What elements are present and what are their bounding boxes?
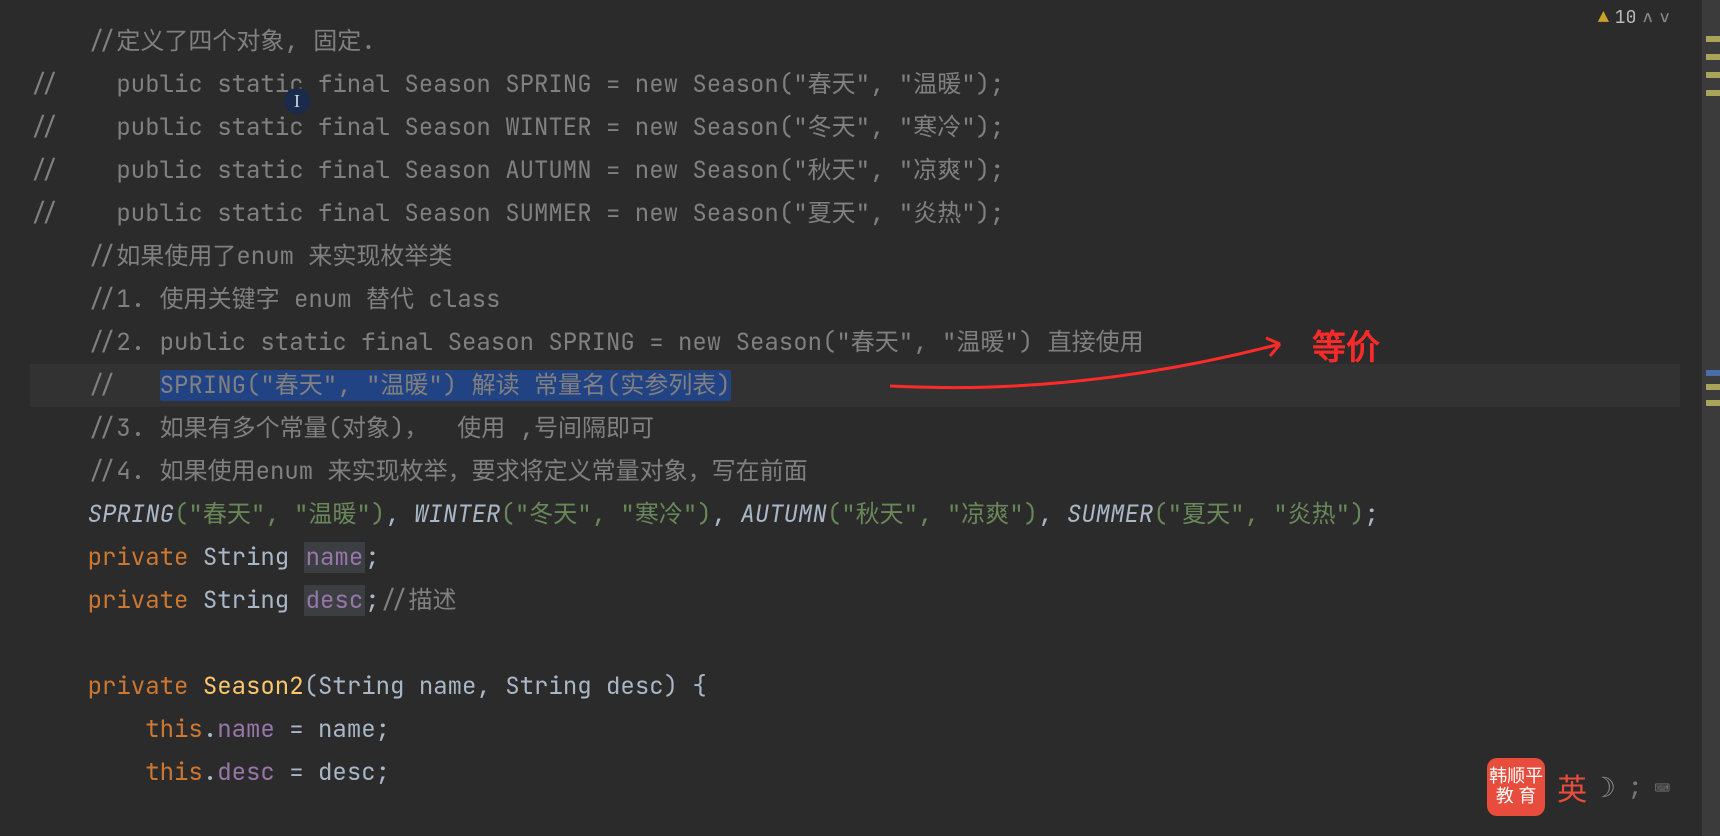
comment: //4. 如果使用enum 来实现枚举，要求将定义常量对象，写在前面 [30, 456, 808, 487]
keyword: this [145, 757, 203, 788]
scrollbar-mark[interactable] [1706, 384, 1720, 390]
code-line: // public static final Season AUTUMN = n… [30, 149, 1680, 192]
comment: //2. public static final Season SPRING =… [30, 327, 1144, 358]
field: desc [217, 757, 275, 788]
annotation-text: 等价 [1312, 320, 1380, 369]
enum-constant: WINTER [414, 499, 500, 530]
scrollbar[interactable] [1702, 0, 1720, 836]
code-line: private Season2(String name, String desc… [30, 665, 1680, 708]
comment: public static final Season SUMMER = new … [116, 198, 1004, 229]
type: String [203, 542, 304, 573]
badge-line2: 教 育 [1496, 787, 1537, 807]
comment: public static final Season SPRING = new … [116, 69, 1004, 100]
comment: //如果使用了enum 来实现枚举类 [30, 241, 452, 272]
keyword: this [145, 714, 203, 745]
keyword: private [88, 585, 203, 616]
string: ("春天", "温暖") [174, 499, 385, 530]
constructor: Season2 [203, 671, 304, 702]
type: String [203, 585, 304, 616]
code-line: // public static final Season SUMMER = n… [30, 192, 1680, 235]
comment: //1. 使用关键字 enum 替代 class [30, 284, 500, 315]
inspection-widget[interactable]: ▲ 10 ∧ ∨ [1598, 6, 1670, 29]
moon-icon[interactable]: ☽ [1599, 769, 1616, 806]
comment: //3. 如果有多个常量(对象)， 使用 ,号间隔即可 [30, 413, 654, 444]
scrollbar-mark-caret[interactable] [1706, 370, 1720, 376]
badge-line1: 韩顺平 [1489, 767, 1543, 787]
scrollbar-mark[interactable] [1706, 36, 1720, 42]
keyword: private [88, 542, 203, 573]
code-line: //2. public static final Season SPRING =… [30, 321, 1680, 364]
keyword: private [88, 671, 203, 702]
code-line: //定义了四个对象, 固定. [30, 20, 1680, 63]
scrollbar-mark[interactable] [1706, 90, 1720, 96]
enum-constant: SUMMER [1067, 499, 1153, 530]
enum-constant: SPRING [88, 499, 174, 530]
scrollbar-mark[interactable] [1706, 54, 1720, 60]
string: ("冬天", "寒冷") [500, 499, 711, 530]
channel-badge: 韩顺平 教 育 [1487, 758, 1545, 816]
comment-selected: SPRING("春天", "温暖") 解读 常量名(实参列表) [160, 370, 731, 401]
comment: // [30, 69, 116, 100]
next-warning-button[interactable]: ∨ [1659, 6, 1670, 29]
status-widgets: 韩顺平 教 育 英 ☽ ; ⌨ [1487, 758, 1670, 816]
code-line: SPRING("春天", "温暖"), WINTER("冬天", "寒冷"), … [30, 493, 1680, 536]
string: ("秋天", "凉爽") [827, 499, 1038, 530]
code-line [30, 622, 1680, 665]
signature: (String name, String desc) { [304, 671, 707, 702]
scrollbar-mark[interactable] [1706, 400, 1720, 406]
string: ("夏天", "炎热") [1153, 499, 1364, 530]
code-line: private String name; [30, 536, 1680, 579]
code-editor[interactable]: //定义了四个对象, 固定. // public static final Se… [0, 0, 1720, 836]
keyboard-icon[interactable]: ⌨ [1654, 770, 1670, 805]
scrollbar-mark[interactable] [1706, 72, 1720, 78]
code-line: //1. 使用关键字 enum 替代 class [30, 278, 1680, 321]
code-line: this.desc = desc; [30, 751, 1680, 794]
separator: ; [1628, 772, 1642, 803]
prev-warning-button[interactable]: ∧ [1642, 6, 1653, 29]
code-line-selected: // SPRING("春天", "温暖") 解读 常量名(实参列表) [30, 364, 1680, 407]
comment: //定义了四个对象, 固定. [30, 26, 376, 57]
code-line: //4. 如果使用enum 来实现枚举，要求将定义常量对象，写在前面 [30, 450, 1680, 493]
code-area[interactable]: //定义了四个对象, 固定. // public static final Se… [30, 0, 1680, 836]
comment: // [30, 198, 116, 229]
field: name [217, 714, 275, 745]
code-line: private String desc;//描述 [30, 579, 1680, 622]
enum-constant: AUTUMN [740, 499, 826, 530]
comment: //描述 [380, 585, 457, 616]
comment: public static final Season AUTUMN = new … [116, 155, 1004, 186]
comment: // [30, 112, 116, 143]
warning-icon: ▲ [1598, 6, 1609, 29]
field: desc [304, 585, 366, 616]
comment: // [30, 155, 116, 186]
gutter [0, 0, 30, 836]
code-line: this.name = name; [30, 708, 1680, 751]
code-line: //如果使用了enum 来实现枚举类 [30, 235, 1680, 278]
field: name [304, 542, 366, 573]
comment: // [30, 370, 160, 401]
warning-count: 10 [1615, 6, 1637, 29]
ime-indicator[interactable]: 英 [1557, 765, 1587, 809]
code-line: //3. 如果有多个常量(对象)， 使用 ,号间隔即可 [30, 407, 1680, 450]
code-line: // public static final Season SPRING = n… [30, 63, 1680, 106]
code-line: // public static final Season WINTER = n… [30, 106, 1680, 149]
comment: public static final Season WINTER = new … [116, 112, 1004, 143]
